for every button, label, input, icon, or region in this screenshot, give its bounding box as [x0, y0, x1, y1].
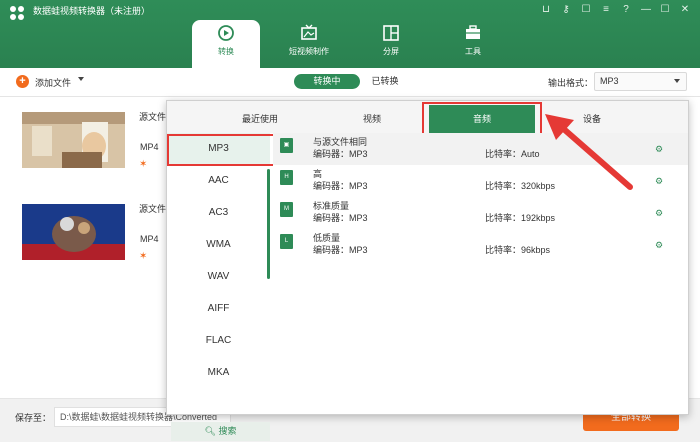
format-list: MP3 AAC AC3 WMA WAV AIFF FLAC MKA 🔍︎ 搜索 [167, 133, 273, 441]
tab-split-screen[interactable]: 分屏 [357, 20, 425, 68]
file-source-label: 源文件 [139, 112, 167, 122]
audio-file-icon: H [280, 170, 293, 185]
app-header: 数据蛙视频转换器（未注册） ⊔ ⚷ ☐ ≡ ? — ☐ ✕ 转换 短视频制作 分… [0, 0, 700, 68]
format-item-mka[interactable]: MKA [167, 357, 270, 389]
add-file-icon[interactable]: + [16, 75, 29, 88]
file-format: MP4 [140, 234, 159, 244]
tab-tools-label: 工具 [465, 47, 481, 56]
format-item-ac3[interactable]: AC3 [167, 197, 270, 229]
quality-bitrate: 比特率：Auto [485, 149, 540, 159]
quality-encoder: 编码器：MP3 [313, 245, 368, 255]
toolbox-icon [466, 25, 480, 39]
close-icon[interactable]: ✕ [677, 2, 693, 18]
add-file-button[interactable]: 添加文件 [35, 76, 71, 89]
quality-row[interactable]: M 标准质量 编码器：MP3 比特率：192kbps ⚙ [273, 197, 688, 229]
tab-convert-label: 转换 [218, 47, 234, 56]
edit-icon[interactable]: ✶ [139, 159, 151, 171]
add-file-dropdown-icon[interactable] [78, 77, 84, 81]
search-icon: 🔍︎ [204, 426, 216, 436]
tab-short-video[interactable]: 短视频制作 [275, 20, 343, 68]
format-item-aac[interactable]: AAC [167, 165, 270, 197]
key-icon[interactable]: ⚷ [558, 2, 574, 18]
tab-recent[interactable]: 最近使用 [205, 105, 315, 133]
output-format-select[interactable]: MP3 [594, 72, 687, 91]
quality-encoder: 编码器：MP3 [313, 149, 368, 159]
minimize-icon[interactable]: — [638, 2, 654, 18]
app-logo-icon [10, 6, 24, 20]
convert-icon [218, 25, 234, 41]
quality-encoder: 编码器：MP3 [313, 181, 368, 191]
quality-row[interactable]: L 低质量 编码器：MP3 比特率：96kbps ⚙ [273, 229, 688, 261]
chevron-down-icon [674, 79, 680, 83]
app-title: 数据蛙视频转换器（未注册） [33, 6, 151, 16]
output-format-value: MP3 [600, 76, 619, 86]
video-thumbnail [22, 112, 125, 168]
edit-icon[interactable]: ✶ [139, 251, 151, 263]
file-source-label: 源文件 [139, 204, 167, 214]
tab-tools[interactable]: 工具 [439, 20, 507, 68]
output-format-label: 输出格式： [548, 78, 594, 88]
help-icon[interactable]: ? [618, 2, 634, 18]
audio-file-icon: L [280, 234, 293, 249]
tv-icon [301, 24, 317, 40]
file-format: MP4 [140, 142, 159, 152]
quality-bitrate: 比特率：96kbps [485, 245, 551, 255]
maximize-icon[interactable]: ☐ [657, 2, 673, 18]
save-to-label: 保存至： [15, 413, 52, 423]
quality-bitrate: 比特率：192kbps [485, 213, 556, 223]
gear-icon[interactable]: ⚙ [655, 177, 664, 186]
cart-icon[interactable]: ⊔ [538, 2, 554, 18]
format-item-wma[interactable]: WMA [167, 229, 270, 261]
gear-icon[interactable]: ⚙ [655, 209, 664, 218]
toolbar: + 添加文件 转换中 已转换 输出格式： MP3 [0, 68, 700, 97]
tab-convert[interactable]: 转换 [192, 20, 260, 68]
split-screen-icon [383, 25, 399, 41]
tab-converting[interactable]: 转换中 [294, 74, 360, 89]
gear-icon[interactable]: ⚙ [655, 145, 664, 154]
annotation-arrow-icon [545, 114, 633, 190]
tab-video[interactable]: 视频 [317, 105, 427, 133]
menu-icon[interactable]: ≡ [598, 2, 614, 18]
gear-icon[interactable]: ⚙ [655, 241, 664, 250]
video-thumbnail [22, 204, 125, 260]
tab-short-video-label: 短视频制作 [289, 47, 329, 56]
audio-file-icon: ▣ [280, 138, 293, 153]
tab-split-screen-label: 分屏 [383, 47, 399, 56]
quality-encoder: 编码器：MP3 [313, 213, 368, 223]
search-label: 搜索 [218, 426, 237, 436]
search-button[interactable]: 🔍︎ 搜索 [171, 422, 270, 441]
format-list-scrollbar[interactable] [267, 169, 270, 279]
format-item-flac[interactable]: FLAC [167, 325, 270, 357]
format-item-wav[interactable]: WAV [167, 261, 270, 293]
tab-converted[interactable]: 已转换 [365, 74, 405, 89]
audio-file-icon: M [280, 202, 293, 217]
account-icon[interactable]: ☐ [578, 2, 594, 18]
format-item-aiff[interactable]: AIFF [167, 293, 270, 325]
